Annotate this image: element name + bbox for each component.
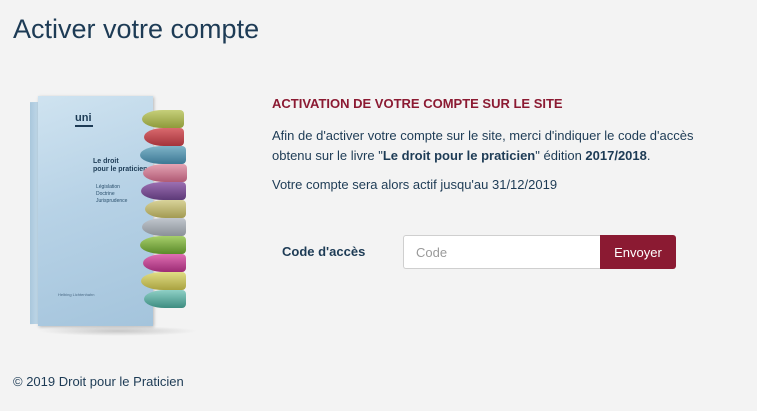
book-folder-band (144, 290, 186, 308)
book-cover-image: uni Le droit pour le praticien Législati… (30, 96, 198, 336)
edition-emphasis: 2017/2018 (585, 148, 647, 163)
access-code-label: Code d'accès (282, 244, 366, 259)
book-folder-band (141, 182, 186, 200)
book-logo: uni (75, 112, 92, 124)
book-folder-band (143, 254, 186, 272)
submit-button[interactable]: Envoyer (600, 235, 676, 269)
footer-copyright: © 2019 Droit pour le Praticien (13, 374, 184, 389)
book-shadow (38, 326, 198, 336)
book-author: Helbing Lichtenhahn (58, 292, 95, 297)
book-cover: uni Le droit pour le praticien Législati… (38, 96, 153, 326)
activation-heading: ACTIVATION DE VOTRE COMPTE SUR LE SITE (272, 96, 563, 111)
page-title: Activer votre compte (13, 14, 260, 44)
book-folder-band (140, 146, 186, 164)
book-folder-band (144, 128, 184, 146)
book-folder-band (142, 218, 186, 236)
book-folder-band (143, 164, 187, 182)
book-title-emphasis: Le droit pour le praticien (382, 148, 536, 163)
book-folder-band (142, 110, 184, 128)
book-folder-band (141, 272, 186, 290)
access-code-input[interactable] (403, 235, 601, 269)
book-folder-band (145, 200, 186, 218)
activation-instructions: Afin de d'activer votre compte sur le si… (272, 128, 694, 163)
account-validity-text: Votre compte sera alors actif jusqu'au 3… (272, 177, 558, 192)
book-logo-underline (75, 125, 93, 127)
book-folder-band (140, 236, 186, 254)
